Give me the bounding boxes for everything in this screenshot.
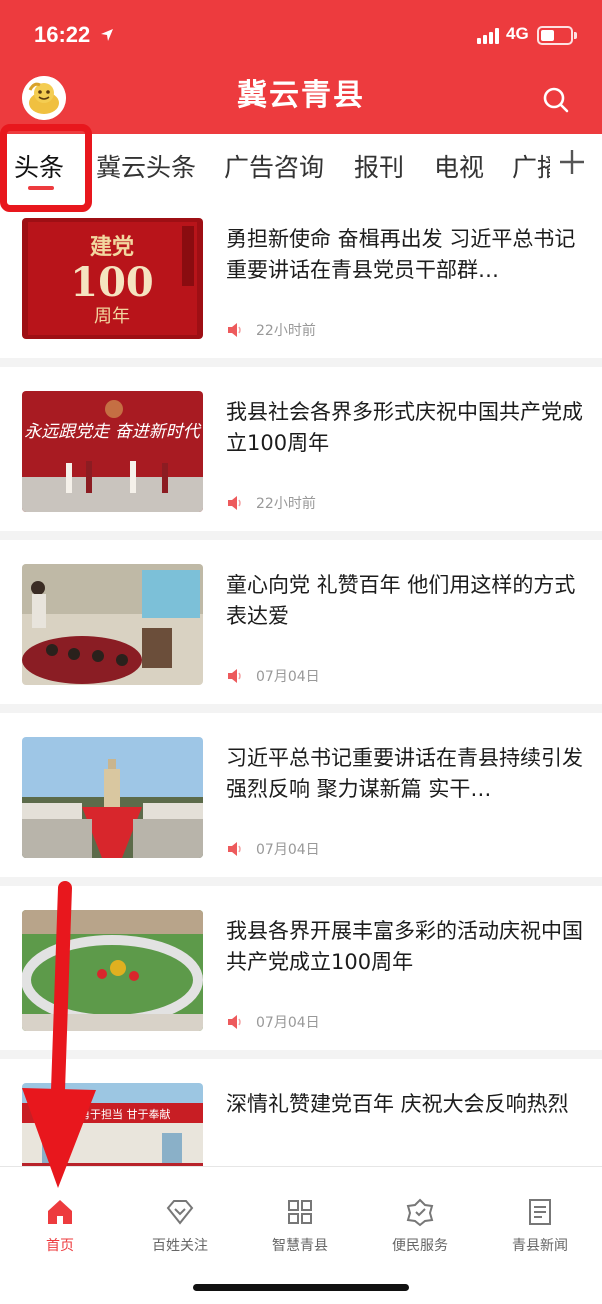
news-thumbnail: 永远跟党走 奋进新时代 xyxy=(22,391,203,512)
news-item[interactable]: 习近平总书记重要讲话在青县持续引发强烈反响 聚力谋新篇 实干… 07月04日 xyxy=(0,713,602,877)
news-title: 童心向党 礼赞百年 他们用这样的方式表达爱 xyxy=(226,573,576,628)
news-time: 22小时前 xyxy=(256,496,316,512)
tab-ad-consult[interactable]: 广告咨询 xyxy=(224,148,324,184)
news-item[interactable]: 我县各界开展丰富多彩的活动庆祝中国共产党成立100周年 07月04日 xyxy=(0,886,602,1050)
news-meta: 07月04日 xyxy=(226,1012,320,1032)
home-indicator[interactable] xyxy=(193,1284,409,1291)
news-meta: 22小时前 xyxy=(226,320,316,340)
app-title: 冀云青县 xyxy=(237,78,365,113)
svg-text:永远跟党走 奋进新时代: 永远跟党走 奋进新时代 xyxy=(24,422,201,442)
network-label: 4G xyxy=(506,24,529,43)
tab-jiyun-headline[interactable]: 冀云头条 xyxy=(96,148,196,184)
news-title: 勇担新使命 奋楫再出发 习近平总书记重要讲话在青县党员干部群… xyxy=(226,227,576,282)
plus-icon[interactable] xyxy=(556,146,588,178)
document-icon xyxy=(529,1199,551,1225)
news-title: 我县社会各界多形式庆祝中国共产党成立100周年 xyxy=(226,400,583,455)
nav-public-focus[interactable]: 百姓关注 xyxy=(120,1197,240,1255)
news-time: 07月04日 xyxy=(256,1015,320,1031)
diamond-icon xyxy=(166,1200,194,1225)
tab-highlight-annotation xyxy=(0,124,92,212)
battery-icon xyxy=(537,26,577,45)
nav-convenience-service[interactable]: 便民服务 xyxy=(360,1197,480,1255)
nav-qingxian-news-label: 青县新闻 xyxy=(512,1238,568,1254)
news-item[interactable]: 童心向党 礼赞百年 他们用这样的方式表达爱 07月04日 xyxy=(0,540,602,704)
news-meta: 07月04日 xyxy=(226,666,320,686)
tab-tv[interactable]: 电视 xyxy=(434,148,484,184)
service-icon xyxy=(406,1198,434,1227)
news-thumbnail xyxy=(22,910,203,1031)
nav-qingxian-news[interactable]: 青县新闻 xyxy=(480,1197,600,1255)
nav-home[interactable]: 首页 xyxy=(0,1197,120,1255)
news-title: 深情礼赞建党百年 庆祝大会反响热烈 xyxy=(226,1092,569,1116)
tab-radio[interactable]: 广播 xyxy=(512,148,550,184)
signal-icon xyxy=(477,28,499,44)
app-header: 16:22 4G 冀云青县 xyxy=(0,0,602,134)
news-item[interactable]: 使命 勇于担当 甘于奉献 深情礼赞建党百年 庆祝大会反响热烈 xyxy=(0,1059,602,1166)
news-time: 22小时前 xyxy=(256,323,316,339)
search-icon[interactable] xyxy=(540,84,572,116)
nav-public-focus-label: 百姓关注 xyxy=(152,1238,208,1254)
news-thumbnail xyxy=(22,564,203,685)
news-time: 07月04日 xyxy=(256,669,320,685)
svg-text:100: 100 xyxy=(70,259,154,306)
news-time: 07月04日 xyxy=(256,842,320,858)
news-title: 我县各界开展丰富多彩的活动庆祝中国共产党成立100周年 xyxy=(226,919,583,974)
news-thumbnail: 使命 勇于担当 甘于奉献 xyxy=(22,1083,203,1166)
nav-smart-qingxian-label: 智慧青县 xyxy=(272,1238,328,1254)
svg-text:周年: 周年 xyxy=(94,306,130,327)
audio-icon[interactable] xyxy=(226,669,242,683)
audio-icon[interactable] xyxy=(226,842,242,856)
news-title: 习近平总书记重要讲话在青县持续引发强烈反响 聚力谋新篇 实干… xyxy=(226,746,583,801)
tab-newspaper[interactable]: 报刊 xyxy=(354,148,404,184)
news-meta: 22小时前 xyxy=(226,493,316,513)
home-icon xyxy=(48,1200,72,1224)
grid-icon xyxy=(288,1200,312,1224)
news-list[interactable]: 建党 100 周年 勇担新使命 奋楫再出发 习近平总书记重要讲话在青县党员干部群… xyxy=(0,194,602,1166)
status-time: 16:22 xyxy=(34,22,91,47)
nav-smart-qingxian[interactable]: 智慧青县 xyxy=(240,1197,360,1255)
news-item[interactable]: 建党 100 周年 勇担新使命 奋楫再出发 习近平总书记重要讲话在青县党员干部群… xyxy=(0,194,602,358)
audio-icon[interactable] xyxy=(226,496,242,510)
news-meta: 07月04日 xyxy=(226,839,320,859)
location-arrow-icon xyxy=(101,29,113,41)
status-bar: 16:22 4G xyxy=(0,0,602,70)
audio-icon[interactable] xyxy=(226,1015,242,1029)
news-item[interactable]: 永远跟党走 奋进新时代 我县社会各界多形式庆祝中国共产党成立100周年 22小时… xyxy=(0,367,602,531)
nav-home-label: 首页 xyxy=(46,1238,74,1254)
svg-text:建党: 建党 xyxy=(90,234,134,260)
nav-convenience-service-label: 便民服务 xyxy=(392,1238,448,1254)
news-thumbnail xyxy=(22,737,203,858)
news-thumbnail: 建党 100 周年 xyxy=(22,218,203,339)
svg-text:使命 勇于担当 甘于奉献: 使命 勇于担当 甘于奉献 xyxy=(54,1107,171,1121)
audio-icon[interactable] xyxy=(226,323,242,337)
